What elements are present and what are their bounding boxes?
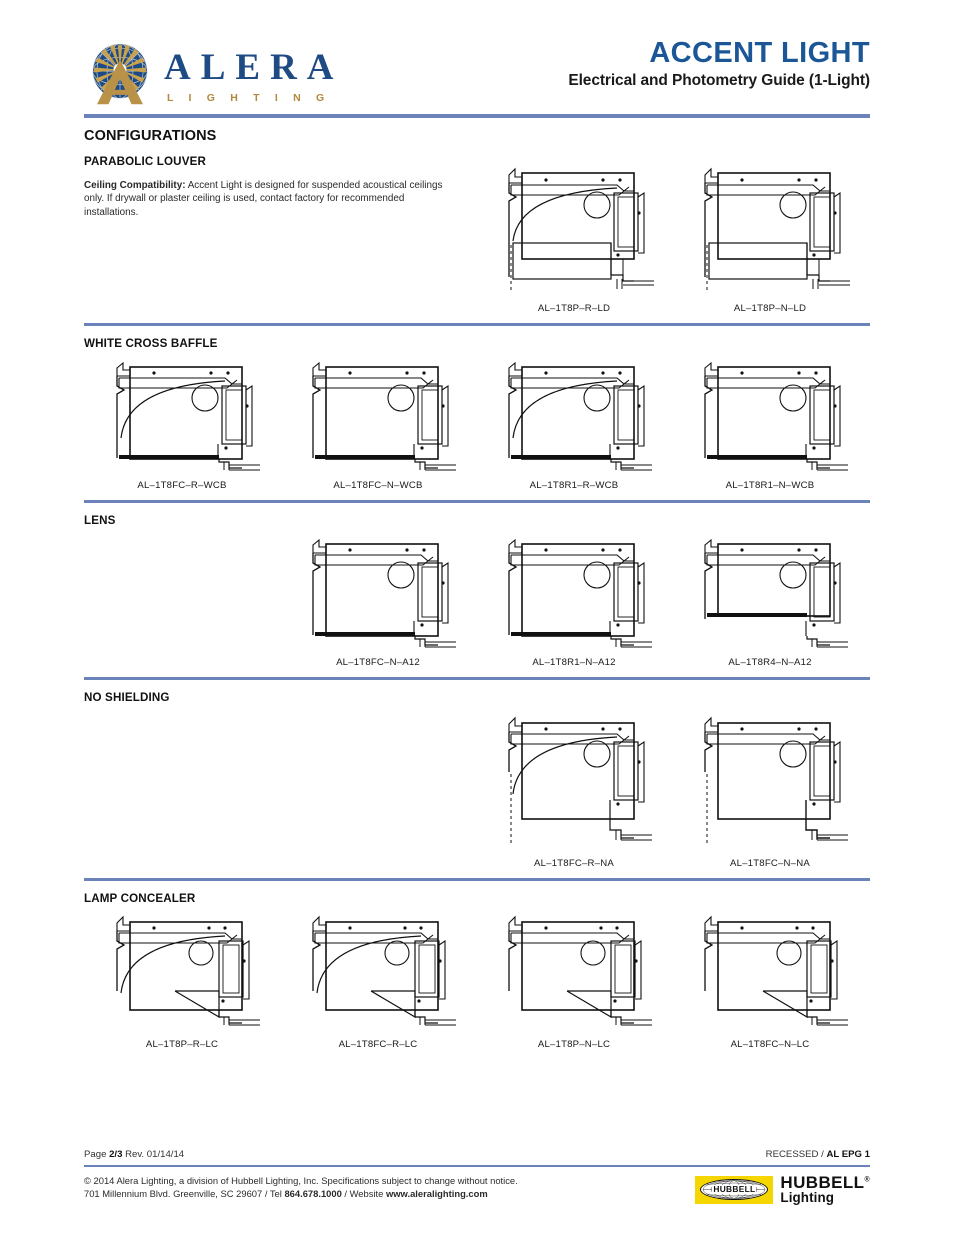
revision-text: Rev. 01/14/14: [122, 1149, 185, 1160]
page-footer: Page 2/3 Rev. 01/14/14 RECESSED / AL EPG…: [84, 1149, 870, 1205]
diagram-row: AL–1T8P–R–LD AL–1T8P–N–LD: [84, 157, 870, 314]
diagram-cell: AL–1T8R1–R–WCB: [476, 358, 672, 491]
section-heading: NO SHIELDING: [84, 691, 170, 705]
diagram-label: AL–1T8R4–N–A12: [728, 657, 812, 669]
brand-name: ALERA: [164, 46, 344, 88]
diagram-cell: AL–1T8P–R–LC: [84, 913, 280, 1050]
doc-ref-code: AL EPG 1: [826, 1149, 870, 1160]
legal-address: 701 Millennium Blvd. Greenville, SC 2960…: [84, 1188, 285, 1199]
diagram-label: AL–1T8FC–R–WCB: [137, 480, 227, 492]
diagram-cell: AL–1T8FC–N–WCB: [280, 358, 476, 491]
legal-website: www.aleralighting.com: [385, 1188, 488, 1199]
diagram-cell: AL–1T8R1–N–A12: [476, 535, 672, 668]
fixture-section-drawing: [508, 539, 652, 648]
section-heading: WHITE CROSS BAFFLE: [84, 337, 218, 351]
diagram-row: AL–1T8P–R–LC AL–1T8FC–R–LC AL–1T8P–N–LC …: [84, 913, 870, 1050]
diagram-cell: AL–1T8FC–N–NA: [672, 712, 868, 869]
doc-ref-prefix: RECESSED /: [765, 1149, 827, 1160]
registered-mark: ®: [864, 1176, 870, 1184]
diagram-label: AL–1T8FC–N–NA: [730, 858, 810, 870]
page-number-block: Page 2/3 Rev. 01/14/14: [84, 1149, 184, 1160]
diagram-label: AL–1T8P–N–LC: [537, 1039, 611, 1051]
diagram-cell: AL–1T8R4–N–A12: [672, 535, 868, 668]
document-reference: RECESSED / AL EPG 1: [766, 1149, 870, 1160]
diagram-label: AL–1T8P–R–LC: [145, 1039, 219, 1051]
diagram-cell: AL–1T8FC–N–A12: [280, 535, 476, 668]
diagram-label: AL–1T8FC–R–NA: [534, 858, 614, 870]
section-lens: LENS AL–1T8FC–N–A12 AL–1T8R1–N–A12 AL–1T…: [84, 514, 870, 681]
diagram-cell: AL–1T8FC–N–LC: [672, 913, 868, 1050]
legal-line-2: 701 Millennium Blvd. Greenville, SC 2960…: [84, 1187, 518, 1200]
diagram-row: AL–1T8FC–R–NA AL–1T8FC–N–NA: [84, 712, 870, 869]
legal-phone: 864.678.1000: [284, 1188, 342, 1199]
diagram-cell: AL–1T8P–R–LD: [476, 157, 672, 314]
alera-sunburst-icon: [92, 43, 148, 105]
hubbell-name: HUBBELL®: [780, 1174, 870, 1191]
section-no-shielding: NO SHIELDING AL–1T8FC–R–NA AL–1T8FC–N–NA: [84, 691, 870, 882]
diagram-row: AL–1T8FC–R–WCB AL–1T8FC–N–WCB AL–1T8R1–R…: [84, 358, 870, 491]
diagram-label: AL–1T8FC–N–LC: [730, 1039, 810, 1051]
fixture-section-drawing: [312, 539, 456, 648]
fixture-section-drawing: [508, 915, 652, 1026]
diagram-cell: AL–1T8FC–R–WCB: [84, 358, 280, 491]
diagram-label: AL–1T8FC–N–A12: [336, 657, 420, 669]
fixture-section-drawing: [508, 362, 652, 471]
diagram-cell: AL–1T8P–N–LD: [672, 157, 868, 314]
document-page: ALERA L I G H T I N G ACCENT LIGHT Elect…: [0, 0, 954, 1235]
section-divider: [84, 323, 870, 327]
hubbell-name-text: HUBBELL: [780, 1173, 865, 1192]
section-heading: LENS: [84, 514, 116, 528]
section-divider: [84, 500, 870, 504]
page-subtitle: Electrical and Photometry Guide (1-Light…: [568, 72, 870, 90]
page-prefix: Page: [84, 1149, 110, 1160]
diagram-label: AL–1T8FC–R–LC: [338, 1039, 418, 1051]
fixture-section-drawing: [312, 362, 456, 471]
diagram-label: AL–1T8R1–N–A12: [532, 657, 616, 669]
diagram-cell: AL–1T8R1–N–WCB: [672, 358, 868, 491]
fixture-section-drawing: [704, 362, 848, 471]
page-heading: CONFIGURATIONS: [84, 128, 217, 144]
legal-line-1: © 2014 Alera Lighting, a division of Hub…: [84, 1175, 518, 1186]
section-divider: [84, 878, 870, 882]
fixture-section-drawing: [116, 362, 260, 471]
diagram-label: AL–1T8R1–R–WCB: [529, 480, 619, 492]
document-title-block: ACCENT LIGHT Electrical and Photometry G…: [568, 36, 870, 90]
fixture-section-drawing: [704, 167, 850, 294]
hubbell-lighting-logo: HUBBELL HUBBELL® Lighting: [695, 1174, 870, 1205]
diagram-cell: AL–1T8FC–R–NA: [476, 712, 672, 869]
hubbell-subtitle: Lighting: [780, 1190, 835, 1206]
legal-mid: / Website: [341, 1188, 386, 1199]
fixture-section-drawing: [116, 915, 260, 1026]
hubbell-badge-icon: HUBBELL: [695, 1175, 774, 1204]
diagram-label: AL–1T8FC–N–WCB: [333, 480, 423, 492]
hubbell-badge-text: HUBBELL: [712, 1184, 757, 1195]
fixture-section-drawing: [704, 915, 848, 1026]
section-divider: [84, 677, 870, 681]
section-parabolic-louver: PARABOLIC LOUVER Ceiling Compatibility: …: [84, 155, 870, 327]
page-title: ACCENT LIGHT: [649, 37, 870, 69]
fixture-section-drawing: [704, 716, 848, 845]
diagram-label: AL–1T8P–N–LD: [733, 303, 807, 315]
section-heading: LAMP CONCEALER: [84, 892, 196, 906]
fixture-section-drawing: [312, 915, 456, 1026]
diagram-row: AL–1T8FC–N–A12 AL–1T8R1–N–A12 AL–1T8R4–N…: [84, 535, 870, 668]
fixture-section-drawing: [704, 539, 848, 648]
section-lamp-concealer: LAMP CONCEALER AL–1T8P–R–LC AL–1T8FC–R–L…: [84, 892, 870, 1050]
diagram-label: AL–1T8R1–N–WCB: [725, 480, 815, 492]
diagram-label: AL–1T8P–R–LD: [537, 303, 611, 315]
page-number: 2/3: [109, 1149, 123, 1160]
legal-text: © 2014 Alera Lighting, a division of Hub…: [84, 1174, 518, 1200]
fixture-section-drawing: [508, 716, 652, 845]
brand-subtitle: L I G H T I N G: [167, 91, 331, 104]
alera-logo: ALERA L I G H T I N G: [84, 38, 344, 110]
header-divider: [84, 114, 870, 118]
diagram-cell: AL–1T8FC–R–LC: [280, 913, 476, 1050]
diagram-cell: AL–1T8P–N–LC: [476, 913, 672, 1050]
section-white-cross-baffle: WHITE CROSS BAFFLE AL–1T8FC–R–WCB AL–1T8…: [84, 337, 870, 504]
fixture-section-drawing: [508, 167, 654, 294]
page-header: ALERA L I G H T I N G ACCENT LIGHT Elect…: [84, 0, 870, 114]
